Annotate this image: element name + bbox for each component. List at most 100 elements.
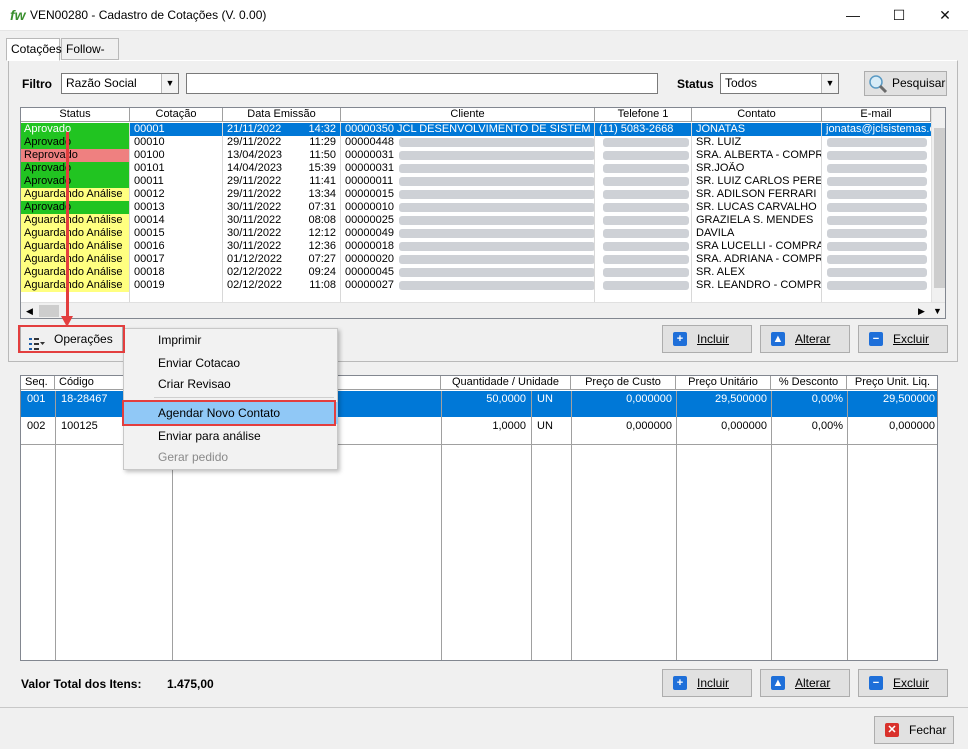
table-cell: 29,500000	[715, 393, 767, 405]
redacted-block	[827, 255, 927, 264]
filter-text-input[interactable]	[186, 73, 658, 94]
table-cell: Aprovado	[21, 136, 130, 149]
table-row[interactable]: Aguardando Análise 00016 30/11/2022 12:36 00…	[21, 240, 931, 253]
chevron-down-icon: ▼	[821, 74, 838, 93]
table-cell: SRA LUCELLI - COMPRA	[696, 240, 822, 252]
vertical-scrollbar[interactable]	[931, 108, 945, 302]
column-header[interactable]: Cotação	[130, 108, 223, 122]
column-separator	[771, 391, 772, 660]
table-row[interactable]: Aguardando Análise 00015 30/11/2022 12:12 00…	[21, 227, 931, 240]
magnifier-icon	[868, 74, 888, 94]
scroll-thumb[interactable]	[39, 305, 59, 317]
incluir-button-bottom[interactable]: + Incluir	[662, 669, 752, 697]
table-cell: 00012	[134, 188, 165, 200]
table-row[interactable]: Reprovado 00100 13/04/2023 11:50 00000031 SRA…	[21, 149, 931, 162]
table-cell: SR. LEANDRO - COMPRA	[696, 279, 822, 291]
table-row[interactable]: Aguardando Análise 00014 30/11/2022 08:08 00…	[21, 214, 931, 227]
table-cell: 00013	[134, 201, 165, 213]
quotes-table[interactable]: Status Cotação Data Emissão Cliente Telefone…	[20, 107, 946, 319]
minimize-button[interactable]: —	[830, 0, 876, 31]
menu-item-enviar-para-analise[interactable]: Enviar para análise	[124, 425, 338, 447]
column-header[interactable]: Telefone 1	[595, 108, 692, 122]
table-cell: 00101	[134, 162, 165, 174]
column-header[interactable]: E-mail	[822, 108, 931, 122]
table-cell: Aprovado	[21, 162, 130, 175]
table-cell: SR. LUIZ	[696, 136, 742, 148]
table-cell: 00018	[134, 266, 165, 278]
table-cell: (11) 5083-2668	[599, 123, 674, 135]
incluir-button-top[interactable]: + Incluir	[662, 325, 752, 353]
redacted-block	[399, 255, 595, 264]
column-header[interactable]: Seq.	[21, 376, 55, 390]
column-header[interactable]: Preço de Custo	[571, 376, 676, 390]
table-cell: 07:27	[308, 253, 336, 265]
table-row[interactable]: Aprovado 00010 29/11/2022 11:29 00000448 SR. …	[21, 136, 931, 149]
annotation-box-operations	[18, 325, 125, 353]
filter-field-value: Razão Social	[66, 76, 137, 90]
search-button[interactable]: Pesquisar	[864, 71, 947, 96]
table-row[interactable]: Aguardando Análise 00012 29/11/2022 13:34 00…	[21, 188, 931, 201]
footer-divider	[0, 707, 968, 708]
minus-icon: −	[869, 332, 883, 346]
redacted-block	[827, 151, 927, 160]
menu-item-imprimir[interactable]: Imprimir	[124, 329, 338, 351]
table-row[interactable]: Aguardando Análise 00017 01/12/2022 07:27 00…	[21, 253, 931, 266]
tab-follow-up[interactable]: Follow-up	[61, 38, 119, 76]
scroll-right-icon[interactable]: ▶	[913, 303, 930, 318]
tab-cotacoes[interactable]: Cotações	[6, 38, 62, 61]
alterar-button-top[interactable]: ▲ Alterar	[760, 325, 850, 353]
column-header[interactable]: Cliente	[341, 108, 595, 122]
maximize-button[interactable]: ☐	[876, 0, 922, 31]
table-row[interactable]: Aguardando Análise 00019 02/12/2022 11:08 00…	[21, 279, 931, 292]
table-row[interactable]: Aprovado 00001 21/11/2022 14:32 00000350 JCL…	[21, 123, 931, 136]
column-header[interactable]: Contato	[692, 108, 822, 122]
status-filter-label: Status	[677, 77, 714, 91]
table-cell: 12:12	[308, 227, 336, 239]
close-window-button[interactable]: ✕	[922, 0, 968, 31]
redacted-block	[603, 268, 689, 277]
menu-item-criar-revisao[interactable]: Criar Revisao	[124, 373, 338, 395]
table-cell: 29,500000	[883, 393, 935, 405]
table-row[interactable]: Aprovado 00011 29/11/2022 11:41 00000011 SR. …	[21, 175, 931, 188]
scroll-left-icon[interactable]: ◀	[21, 303, 38, 318]
column-header[interactable]: Preço Unit. Liq.	[847, 376, 937, 390]
table-cell: jonatas@jclsistemas.c	[826, 123, 931, 135]
menu-item-enviar-cotacao[interactable]: Enviar Cotacao	[124, 352, 338, 374]
table-cell: Aprovado	[21, 175, 130, 188]
edit-icon: ▲	[771, 676, 785, 690]
table-row[interactable]: Aprovado 00101 14/04/2023 15:39 00000031 SR.J…	[21, 162, 931, 175]
table-cell: SR. ADILSON FERRARI	[696, 188, 817, 200]
table-row[interactable]: Aprovado 00013 30/11/2022 07:31 00000010 SR. …	[21, 201, 931, 214]
redacted-block	[399, 242, 595, 251]
scroll-down-icon[interactable]: ▼	[929, 303, 945, 318]
table-row[interactable]: Aguardando Análise 00018 02/12/2022 09:24 00…	[21, 266, 931, 279]
column-header[interactable]: Quantidade / Unidade	[441, 376, 571, 390]
column-header[interactable]: Data Emissão	[223, 108, 341, 122]
redacted-block	[827, 229, 927, 238]
column-header[interactable]: % Desconto	[771, 376, 847, 390]
search-button-label: Pesquisar	[892, 76, 946, 90]
redacted-block	[603, 281, 689, 290]
redacted-block	[603, 138, 689, 147]
redacted-block	[399, 203, 595, 212]
total-value: 1.475,00	[167, 677, 214, 691]
column-header[interactable]: Status	[21, 108, 130, 122]
status-filter-select[interactable]: Todos ▼	[720, 73, 839, 94]
redacted-block	[603, 216, 689, 225]
window-title: VEN00280 - Cadastro de Cotações (V. 0.00…	[30, 8, 267, 22]
app-logo: fw	[10, 7, 26, 23]
excluir-button-top[interactable]: − Excluir	[858, 325, 948, 353]
redacted-block	[603, 151, 689, 160]
excluir-button-bottom[interactable]: − Excluir	[858, 669, 948, 697]
alterar-button-bottom[interactable]: ▲ Alterar	[760, 669, 850, 697]
filter-field-select[interactable]: Razão Social ▼	[61, 73, 179, 94]
minus-icon: −	[869, 676, 883, 690]
redacted-block	[603, 164, 689, 173]
scroll-thumb[interactable]	[934, 128, 945, 288]
operations-menu: Imprimir Enviar Cotacao Criar Revisao Agend…	[123, 328, 338, 470]
table-cell: 1,0000	[492, 420, 526, 432]
fechar-button[interactable]: ✕ Fechar	[874, 716, 954, 744]
horizontal-scrollbar[interactable]: ◀ ▶ ▼	[21, 302, 945, 318]
column-header[interactable]: Preço Unitário	[676, 376, 771, 390]
total-label: Valor Total dos Itens:	[21, 677, 142, 691]
